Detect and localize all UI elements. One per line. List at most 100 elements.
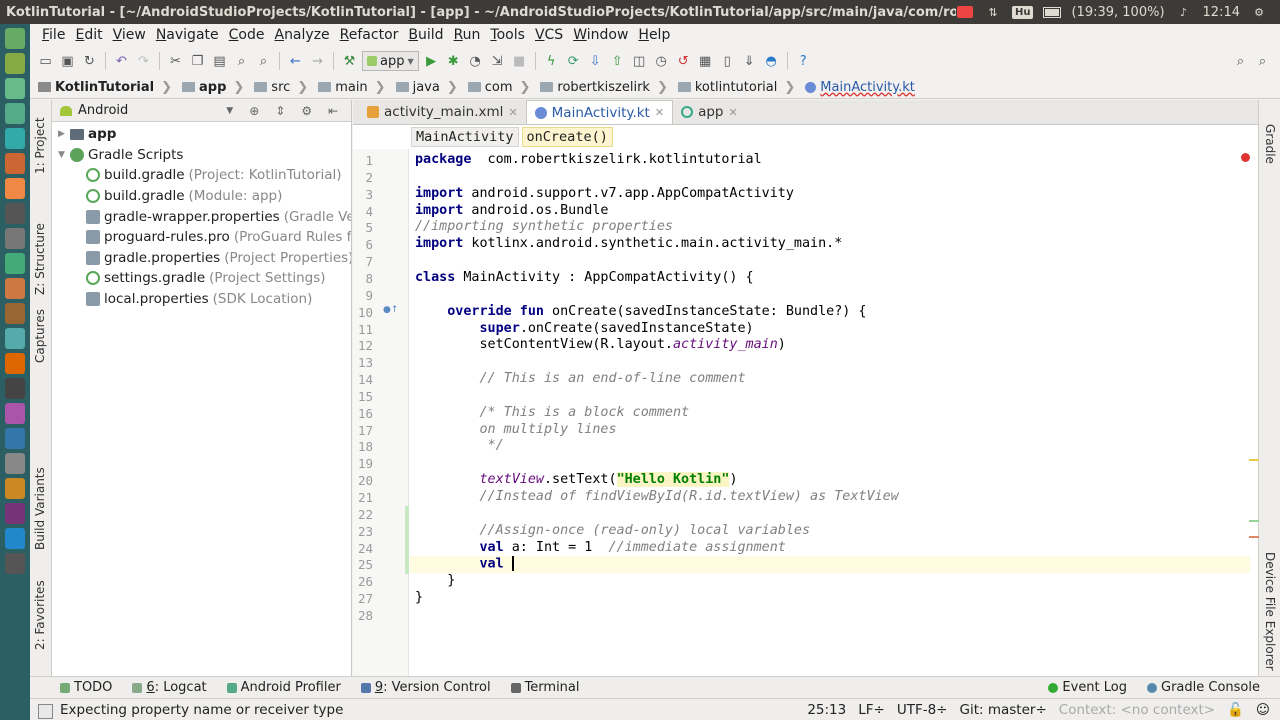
code-line[interactable]: on multiply lines xyxy=(415,422,617,439)
tree-item[interactable]: build.gradle (Project: KotlinTutorial) xyxy=(52,165,351,186)
lock-icon[interactable]: 🔓 xyxy=(1221,702,1250,718)
launcher-app-icon[interactable] xyxy=(5,203,25,224)
attach-debugger-icon[interactable]: ⇲ xyxy=(488,52,507,71)
volume-icon[interactable]: ♪ xyxy=(1175,5,1193,19)
android-device-monitor-icon[interactable]: ◓ xyxy=(762,52,781,71)
network-icon[interactable]: ⇅ xyxy=(984,5,1002,19)
help-icon[interactable]: ? xyxy=(794,52,813,71)
breadcrumb-item[interactable]: java ❯ xyxy=(395,80,468,95)
menu-code[interactable]: Code xyxy=(224,27,270,43)
collapse-all-icon[interactable]: ⇕ xyxy=(275,104,285,118)
project-tool-tab[interactable]: 1: Project xyxy=(33,117,47,174)
code-line[interactable]: */ xyxy=(415,438,504,455)
code-line[interactable]: override fun onCreate(savedInstanceState… xyxy=(415,304,866,321)
forward-icon[interactable]: → xyxy=(308,52,327,71)
bottom-tab[interactable]: Gradle Console xyxy=(1137,680,1270,695)
search-everywhere-icon[interactable]: ⌕ xyxy=(1231,52,1250,71)
editor-tab[interactable]: MainActivity.kt ✕ xyxy=(525,100,674,124)
captures-tool-tab[interactable]: Captures xyxy=(33,309,47,363)
sync-scroll-icon[interactable]: ⊕ xyxy=(249,104,259,118)
run-config-dropdown[interactable]: app ▼ xyxy=(362,51,419,71)
code-line[interactable]: class MainActivity : AppCompatActivity()… xyxy=(415,270,754,287)
menu-view[interactable]: View xyxy=(108,27,151,43)
code-line[interactable]: //Assign-once (read-only) local variable… xyxy=(415,523,811,540)
save-all-icon[interactable]: ▣ xyxy=(58,52,77,71)
structure-tool-tab[interactable]: Z: Structure xyxy=(33,223,47,295)
undo-icon[interactable]: ↶ xyxy=(112,52,131,71)
git-branch[interactable]: Git: master÷ xyxy=(954,702,1053,718)
launcher-app-icon[interactable] xyxy=(5,153,25,174)
battery-icon[interactable] xyxy=(1043,5,1062,19)
run-icon[interactable]: ▶ xyxy=(422,52,441,71)
code-line[interactable]: val a: Int = 1 //immediate assignment xyxy=(415,540,786,557)
back-icon[interactable]: ← xyxy=(286,52,305,71)
tree-item[interactable]: ▶ app xyxy=(52,124,351,145)
breadcrumb-item[interactable]: main ❯ xyxy=(318,80,395,95)
breadcrumb-item[interactable]: MainActivity.kt xyxy=(805,80,925,95)
menu-edit[interactable]: Edit xyxy=(70,27,107,43)
launcher-app-icon[interactable] xyxy=(5,28,25,49)
menu-tools[interactable]: Tools xyxy=(485,27,530,43)
breadcrumb-item[interactable]: KotlinTutorial ❯ xyxy=(38,80,182,95)
menu-file[interactable]: File xyxy=(37,27,70,43)
keyboard-layout-indicator[interactable]: Hu xyxy=(1011,5,1034,19)
build-variants-tool-tab[interactable]: Build Variants xyxy=(33,467,47,550)
vcs-update-icon[interactable]: ⇩ xyxy=(586,52,605,71)
launcher-app-icon[interactable] xyxy=(5,553,25,574)
code-line[interactable]: import android.support.v7.app.AppCompatA… xyxy=(415,186,794,203)
vcs-compare-icon[interactable]: ◫ xyxy=(630,52,649,71)
sync-icon[interactable]: ↻ xyxy=(80,52,99,71)
launcher-app-icon[interactable] xyxy=(5,453,25,474)
launcher-app-icon[interactable] xyxy=(5,428,25,449)
collapse-arrow-icon[interactable]: ▶ xyxy=(58,129,70,139)
code-line[interactable]: import android.os.Bundle xyxy=(415,203,609,220)
close-icon[interactable]: ✕ xyxy=(729,106,738,119)
menu-navigate[interactable]: Navigate xyxy=(151,27,224,43)
crumb-class[interactable]: MainActivity xyxy=(411,127,519,147)
vcs-change-marker[interactable] xyxy=(405,506,409,574)
bottom-tab[interactable]: TODO xyxy=(50,680,122,695)
launcher-app-icon[interactable] xyxy=(5,303,25,324)
clock[interactable]: 12:14 xyxy=(1203,5,1240,20)
structure-icon[interactable]: ▦ xyxy=(696,52,715,71)
code-line[interactable]: //importing synthetic properties xyxy=(415,219,673,236)
open-folder-icon[interactable]: ▭ xyxy=(36,52,55,71)
code-editor[interactable]: 1 2 3 4 5 6 7 8 9 10 ●↑ 11 12 13 14 15 16 17 18 19 20 21 22 23 2… xyxy=(353,149,1258,676)
launcher-app-icon[interactable] xyxy=(5,228,25,249)
tree-item[interactable]: proguard-rules.pro (ProGuard Rules fo xyxy=(52,227,351,248)
device-file-explorer-tool-tab[interactable]: Device File Explorer xyxy=(1263,552,1277,671)
code-line[interactable]: } xyxy=(415,573,455,590)
launcher-app-icon[interactable] xyxy=(5,478,25,499)
gradle-sync-icon[interactable]: ⟳ xyxy=(564,52,583,71)
vcs-history-icon[interactable]: ◷ xyxy=(652,52,671,71)
code-line[interactable]: setContentView(R.layout.activity_main) xyxy=(415,337,785,354)
record-icon[interactable] xyxy=(956,5,974,19)
breadcrumb-item[interactable]: kotlintutorial ❯ xyxy=(677,80,805,95)
code-line[interactable]: val xyxy=(415,556,514,573)
bottom-tab[interactable]: Terminal xyxy=(501,680,590,695)
launcher-app-icon[interactable] xyxy=(5,128,25,149)
launcher-app-icon[interactable] xyxy=(5,503,25,524)
context-indicator[interactable]: Context: <no context> xyxy=(1053,702,1221,718)
vcs-revert-icon[interactable]: ↺ xyxy=(674,52,693,71)
bottom-tab[interactable]: 9: Version Control xyxy=(351,680,501,695)
launcher-app-icon[interactable] xyxy=(5,103,25,124)
launcher-app-icon[interactable] xyxy=(5,253,25,274)
change-scroll-mark[interactable] xyxy=(1249,520,1259,522)
launcher-app-icon[interactable] xyxy=(5,328,25,349)
launcher-app-icon[interactable] xyxy=(5,78,25,99)
menu-window[interactable]: Window xyxy=(568,27,633,43)
gradle-tool-tab[interactable]: Gradle xyxy=(1263,124,1277,164)
launcher-app-icon[interactable] xyxy=(5,353,25,374)
launcher-app-icon[interactable] xyxy=(5,378,25,399)
make-project-hammer-icon[interactable]: ⚒ xyxy=(340,52,359,71)
menu-analyze[interactable]: Analyze xyxy=(269,27,334,43)
launcher-app-icon[interactable] xyxy=(5,53,25,74)
launcher-app-icon[interactable] xyxy=(5,528,25,549)
breadcrumb-item[interactable]: src ❯ xyxy=(254,80,318,95)
tree-item[interactable]: settings.gradle (Project Settings) xyxy=(52,268,351,289)
bottom-tab[interactable]: Event Log xyxy=(1038,680,1137,695)
launcher-app-icon[interactable] xyxy=(5,178,25,199)
menu-refactor[interactable]: Refactor xyxy=(335,27,404,43)
cut-icon[interactable]: ✂ xyxy=(166,52,185,71)
